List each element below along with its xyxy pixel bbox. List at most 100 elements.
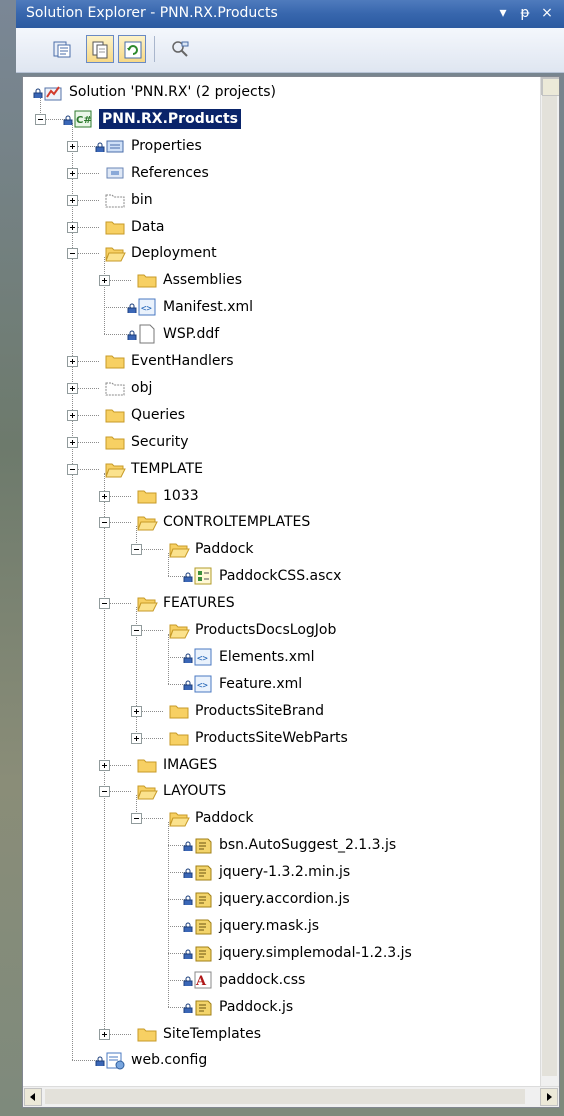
window-position-dropdown-icon[interactable]: ▾ xyxy=(494,3,512,23)
tree-item[interactable]: TEMPLATE xyxy=(23,458,538,480)
collapse-icon[interactable] xyxy=(99,786,110,798)
tree-item[interactable]: C# PNN.RX.Products xyxy=(23,108,538,130)
tree-item-label: jquery.simplemodal-1.2.3.js xyxy=(219,944,412,961)
tree-item[interactable]: Apaddock.css xyxy=(23,969,538,991)
folder-icon xyxy=(105,355,125,369)
tree-item-label: ProductsSiteWebParts xyxy=(195,729,348,746)
properties-button[interactable] xyxy=(48,35,76,63)
tree-item[interactable]: ProductsDocsLogJob xyxy=(23,619,538,641)
expand-icon[interactable] xyxy=(99,759,110,771)
tree-item[interactable]: Solution 'PNN.RX' (2 projects) xyxy=(23,81,538,103)
lock-icon xyxy=(95,142,105,152)
collapse-icon[interactable] xyxy=(99,517,110,529)
expand-icon[interactable] xyxy=(67,409,78,421)
collapse-icon[interactable] xyxy=(67,248,78,260)
tree-item-label: ProductsSiteBrand xyxy=(195,702,325,719)
expand-icon[interactable] xyxy=(99,275,110,287)
tree-item[interactable]: Queries xyxy=(23,404,538,426)
close-icon[interactable]: × xyxy=(538,3,556,23)
tree-item[interactable]: <> Feature.xml xyxy=(23,673,538,695)
lock-icon xyxy=(183,653,193,663)
horizontal-scrollbar[interactable] xyxy=(23,1086,559,1107)
tree-item[interactable]: EventHandlers xyxy=(23,350,538,372)
tree-item[interactable]: SiteTemplates xyxy=(23,1023,538,1045)
tree-item-label: ProductsDocsLogJob xyxy=(195,622,337,638)
solution-tree[interactable]: Solution 'PNN.RX' (2 projects) C# PNN.RX.P… xyxy=(22,76,560,1108)
folder-icon xyxy=(105,221,125,234)
vertical-scroll-thumb[interactable] xyxy=(542,96,557,1076)
expand-icon[interactable] xyxy=(131,732,142,744)
tree-item-label: jquery.mask.js xyxy=(219,917,320,934)
horizontal-scroll-thumb[interactable] xyxy=(45,1089,525,1104)
arrow-right-icon xyxy=(547,1093,552,1101)
tree-item[interactable]: jquery.mask.js xyxy=(23,915,538,937)
tree-item[interactable]: jquery.accordion.js xyxy=(23,888,538,910)
tree-item[interactable]: Data xyxy=(23,216,538,238)
tree-item[interactable]: Paddock.js xyxy=(23,996,538,1018)
expand-icon[interactable] xyxy=(99,490,110,502)
tree-item[interactable]: LAYOUTS xyxy=(23,780,538,802)
xml-file-icon: <> xyxy=(138,298,156,316)
expand-icon[interactable] xyxy=(67,167,78,179)
collapse-icon[interactable] xyxy=(35,113,46,125)
folder-icon xyxy=(169,705,189,719)
tree-item[interactable]: Paddock xyxy=(23,807,538,829)
properties-icon xyxy=(53,41,71,58)
tree-item[interactable]: jquery.simplemodal-1.2.3.js xyxy=(23,942,538,964)
collapse-icon[interactable] xyxy=(131,544,142,556)
collapse-icon[interactable] xyxy=(99,598,110,610)
collapse-icon[interactable] xyxy=(131,813,142,825)
tree-item[interactable]: ProductsSiteBrand xyxy=(23,700,538,722)
expand-icon[interactable] xyxy=(131,705,142,717)
auto-hide-pin-icon[interactable]: ᵽ xyxy=(516,3,534,23)
tree-item[interactable]: obj xyxy=(23,377,538,399)
tree-item[interactable]: Deployment xyxy=(23,242,538,264)
folder-icon xyxy=(137,490,157,503)
lock-icon xyxy=(183,976,193,986)
collapse-icon[interactable] xyxy=(67,463,78,475)
tree-item[interactable]: bin xyxy=(23,189,538,211)
tree-item[interactable]: IMAGES xyxy=(23,754,538,776)
tree-item-label: PaddockCSS.ascx xyxy=(219,568,342,585)
tree-item[interactable]: Properties xyxy=(23,135,538,157)
open-folder-icon xyxy=(105,247,126,262)
tree-item[interactable]: <> Elements.xml xyxy=(23,646,538,668)
tree-item[interactable]: Paddock xyxy=(23,538,538,560)
expand-icon[interactable] xyxy=(67,382,78,394)
expand-icon[interactable] xyxy=(67,140,78,152)
tree-item[interactable]: web.config xyxy=(23,1049,538,1071)
expand-icon[interactable] xyxy=(99,1028,110,1040)
scroll-right-button[interactable] xyxy=(540,1088,558,1106)
tree-item[interactable]: 1033 xyxy=(23,485,538,507)
open-folder-icon xyxy=(137,785,158,800)
collapse-icon[interactable] xyxy=(131,625,142,636)
tree-item[interactable]: Security xyxy=(23,431,538,453)
tree-item[interactable]: References xyxy=(23,162,538,184)
tree-item[interactable]: <> Manifest.xml xyxy=(23,296,538,318)
tree-item[interactable]: CONTROLTEMPLATES xyxy=(23,511,538,533)
tree-item-label: bsn.AutoSuggest_2.1.3.js xyxy=(219,837,397,854)
scroll-up-button[interactable] xyxy=(541,77,559,96)
toolbar xyxy=(16,28,564,73)
tree-item[interactable]: PaddockCSS.ascx xyxy=(23,565,538,587)
scroll-left-button[interactable] xyxy=(24,1088,42,1106)
tree-item[interactable]: bsn.AutoSuggest_2.1.3.js xyxy=(23,834,538,856)
show-all-files-button[interactable] xyxy=(86,35,114,63)
view-class-diagram-button[interactable] xyxy=(166,35,194,63)
tree-item[interactable]: FEATURES xyxy=(23,592,538,614)
expand-icon[interactable] xyxy=(67,436,78,448)
tree-item-label: Deployment xyxy=(131,245,217,262)
expand-icon[interactable] xyxy=(67,356,78,367)
tree-item[interactable]: ProductsSiteWebParts xyxy=(23,727,538,749)
expand-icon[interactable] xyxy=(67,194,78,206)
js-file-icon xyxy=(195,892,212,908)
tree-item[interactable]: jquery-1.3.2.min.js xyxy=(23,861,538,883)
tree-item[interactable]: Assemblies xyxy=(23,269,538,291)
csharp-project-icon: C# xyxy=(74,110,92,128)
refresh-button[interactable] xyxy=(118,35,146,63)
vertical-scrollbar[interactable] xyxy=(540,77,559,1087)
svg-text:C#: C# xyxy=(76,115,92,126)
tree-item[interactable]: WSP.ddf xyxy=(23,323,538,345)
lock-icon xyxy=(95,1056,105,1067)
expand-icon[interactable] xyxy=(67,221,78,233)
